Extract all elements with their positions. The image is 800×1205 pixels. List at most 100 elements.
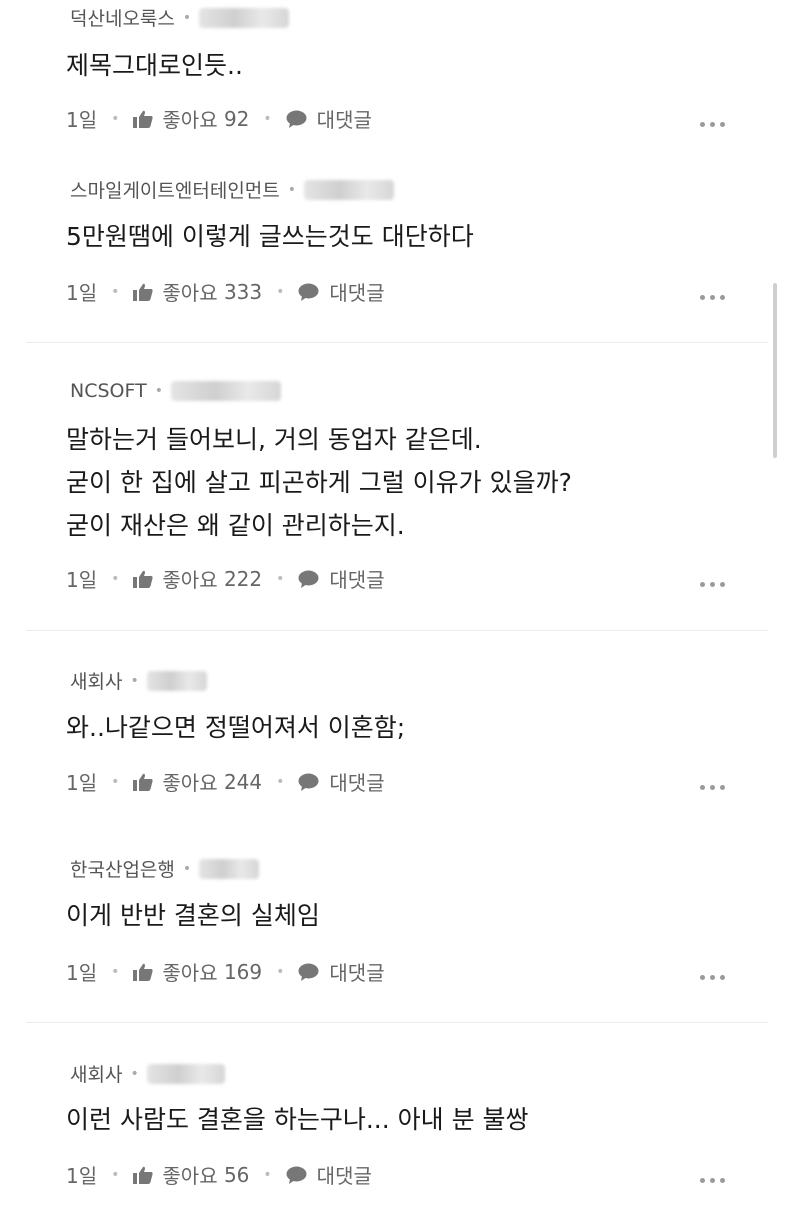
like-count: 333 <box>223 279 263 304</box>
author-name[interactable]: NCSOFT <box>70 380 147 402</box>
thumbs-up-icon[interactable] <box>133 1166 153 1184</box>
blurred-username <box>146 1063 225 1084</box>
comment-meta: 새회사 • <box>70 1060 225 1087</box>
like-count: 169 <box>223 959 263 984</box>
comment-meta: 한국산업은행 • <box>70 855 260 882</box>
reply-button[interactable]: 대댓글 <box>329 564 384 593</box>
speech-bubble-icon[interactable] <box>298 773 319 791</box>
speech-bubble-icon[interactable] <box>298 570 319 588</box>
thumbs-up-icon[interactable] <box>133 110 153 128</box>
separator-dot: • <box>154 383 163 399</box>
separator-dot: • <box>111 773 120 790</box>
more-dots-icon[interactable] <box>700 975 725 980</box>
comment-line: 이게 반반 결혼의 실체임 <box>66 901 320 930</box>
author-name[interactable]: 새회사 <box>70 667 122 694</box>
thumbs-up-icon[interactable] <box>133 773 153 791</box>
separator-dot: • <box>263 1166 272 1183</box>
speech-bubble-icon[interactable] <box>298 283 319 301</box>
comment-text: 와..나같으면 정떨어져서 이혼함; <box>66 706 405 749</box>
speech-bubble-icon[interactable] <box>286 110 307 128</box>
comment-time: 1일 <box>66 281 98 305</box>
blurred-username <box>146 670 207 691</box>
comment-actions: 1일 • 좋아요 169 • 대댓글 <box>66 957 385 986</box>
separator-dot: • <box>182 9 192 26</box>
reply-button[interactable]: 대댓글 <box>317 1160 372 1189</box>
like-count: 56 <box>223 1162 250 1187</box>
like-label[interactable]: 좋아요 <box>162 1160 217 1189</box>
more-dots-icon[interactable] <box>700 295 725 300</box>
comment-line: 말하는거 들어보니, 거의 동업자 같은데. <box>66 425 482 454</box>
blurred-username <box>304 179 395 200</box>
more-dots-icon[interactable] <box>700 122 725 127</box>
comment-actions: 1일 • 좋아요 92 • 대댓글 <box>66 104 372 133</box>
separator-dot: • <box>276 773 285 790</box>
thumbs-up-icon[interactable] <box>133 963 153 981</box>
separator-dot: • <box>111 283 120 300</box>
reply-button[interactable]: 대댓글 <box>317 104 372 133</box>
more-dots-icon[interactable] <box>700 1178 725 1183</box>
like-count: 222 <box>223 566 263 591</box>
reply-button[interactable]: 대댓글 <box>329 767 384 796</box>
comment-divider <box>26 1022 768 1023</box>
comment-line: 제목그대로인듯.. <box>66 51 243 80</box>
comment-actions: 1일 • 좋아요 222 • 대댓글 <box>66 564 385 593</box>
comment-time: 1일 <box>66 961 98 985</box>
blurred-username <box>199 858 260 879</box>
like-label[interactable]: 좋아요 <box>162 104 217 133</box>
comment-text: 5만원땜에 이렇게 글쓰는것도 대단하다 <box>66 215 474 258</box>
comment-text: 이게 반반 결혼의 실체임 <box>66 894 320 937</box>
comment-divider <box>26 630 768 631</box>
reply-button[interactable]: 대댓글 <box>329 277 384 306</box>
scrollbar[interactable] <box>773 283 777 458</box>
reply-button[interactable]: 대댓글 <box>329 957 384 986</box>
like-label[interactable]: 좋아요 <box>162 277 217 306</box>
author-name[interactable]: 스마일게이트엔터테인먼트 <box>70 176 280 203</box>
separator-dot: • <box>287 181 297 198</box>
comment-line: 굳이 한 집에 살고 피곤하게 그럴 이유가 있을까? <box>66 468 572 497</box>
like-count: 92 <box>223 106 250 131</box>
comment-text: 이런 사람도 결혼을 하는구나... 아내 분 불쌍 <box>66 1098 529 1141</box>
comment-time: 1일 <box>66 1164 98 1188</box>
comment-meta: 덕산네오룩스 • <box>70 4 290 31</box>
comment-line: 와..나같으면 정떨어져서 이혼함; <box>66 713 406 742</box>
author-name[interactable]: 한국산업은행 <box>70 855 175 882</box>
author-name[interactable]: 덕산네오룩스 <box>70 4 175 31</box>
separator-dot: • <box>276 963 285 980</box>
comment-time: 1일 <box>66 108 98 132</box>
comment-text: 제목그대로인듯.. <box>66 44 243 87</box>
comment-actions: 1일 • 좋아요 56 • 대댓글 <box>66 1160 372 1189</box>
author-name[interactable]: 새회사 <box>70 1060 122 1087</box>
separator-dot: • <box>276 570 285 587</box>
comment-line: 이런 사람도 결혼을 하는구나... 아내 분 불쌍 <box>66 1105 529 1134</box>
comment-divider <box>26 342 768 343</box>
separator-dot: • <box>130 1065 139 1082</box>
comment-meta: NCSOFT • <box>70 380 281 402</box>
speech-bubble-icon[interactable] <box>298 963 319 981</box>
more-dots-icon[interactable] <box>700 582 725 587</box>
like-label[interactable]: 좋아요 <box>162 564 217 593</box>
comment-line: 5만원땜에 이렇게 글쓰는것도 대단하다 <box>66 222 474 251</box>
like-count: 244 <box>223 769 263 794</box>
comment-line: 굳이 재산은 왜 같이 관리하는지. <box>66 511 405 540</box>
separator-dot: • <box>130 672 139 689</box>
speech-bubble-icon[interactable] <box>286 1166 307 1184</box>
comment-actions: 1일 • 좋아요 244 • 대댓글 <box>66 767 385 796</box>
blurred-username <box>199 7 290 28</box>
comment-time: 1일 <box>66 771 98 795</box>
comment-text: 말하는거 들어보니, 거의 동업자 같은데. 굳이 한 집에 살고 피곤하게 그… <box>66 418 572 547</box>
separator-dot: • <box>111 110 120 127</box>
more-dots-icon[interactable] <box>700 785 725 790</box>
comment-meta: 새회사 • <box>70 667 207 694</box>
separator-dot: • <box>111 570 120 587</box>
like-label[interactable]: 좋아요 <box>162 767 217 796</box>
comment-actions: 1일 • 좋아요 333 • 대댓글 <box>66 277 385 306</box>
like-label[interactable]: 좋아요 <box>162 957 217 986</box>
comment-meta: 스마일게이트엔터테인먼트 • <box>70 176 395 203</box>
separator-dot: • <box>263 110 272 127</box>
blurred-username <box>170 381 281 401</box>
thumbs-up-icon[interactable] <box>133 283 153 301</box>
thumbs-up-icon[interactable] <box>133 570 153 588</box>
comment-time: 1일 <box>66 568 98 592</box>
separator-dot: • <box>182 860 192 877</box>
separator-dot: • <box>111 963 120 980</box>
